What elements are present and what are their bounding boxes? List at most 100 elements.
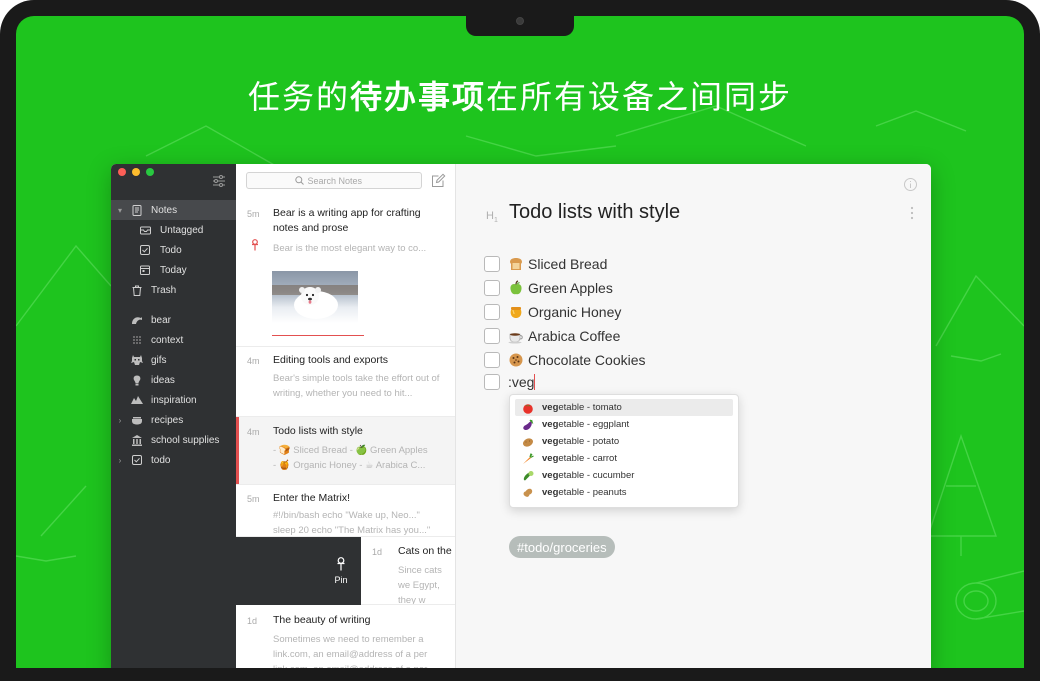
autocomplete-query: veg bbox=[542, 487, 559, 498]
sidebar-item-label: Today bbox=[160, 264, 187, 276]
todo-item: Green Apples bbox=[484, 278, 613, 298]
sidebar-item-notes[interactable]: ▾ Notes bbox=[111, 200, 236, 220]
autocomplete-item-peanuts[interactable]: vegetable - peanuts bbox=[515, 484, 733, 501]
zoom-window-button[interactable] bbox=[146, 168, 154, 176]
screen: 任务的待办事项在所有设备之间同步 ▾ Notes Untagged Todo T… bbox=[16, 16, 1024, 668]
note-time: 4m bbox=[247, 356, 260, 366]
minimize-window-button[interactable] bbox=[132, 168, 140, 176]
bear-tag-icon bbox=[131, 314, 143, 326]
search-input[interactable] bbox=[307, 175, 374, 186]
todo-checkbox[interactable] bbox=[484, 280, 500, 296]
chevron-right-icon[interactable]: › bbox=[116, 416, 124, 425]
sidebar: ▾ Notes Untagged Todo Today Trash bear c… bbox=[111, 164, 236, 668]
todo-checkbox[interactable] bbox=[484, 328, 500, 344]
gifs-tag-icon bbox=[131, 354, 143, 366]
note-title: Cats on the bbox=[398, 545, 452, 557]
sidebar-item-label: inspiration bbox=[151, 394, 197, 406]
autocomplete-item-cucumber[interactable]: vegetable - cucumber bbox=[515, 467, 733, 484]
sidebar-item-label: Trash bbox=[151, 284, 177, 296]
note-list: 5m Bear is a writing app for crafting no… bbox=[236, 164, 456, 668]
note-snippet: Since cats we Egypt, they w bbox=[398, 565, 442, 605]
more-options-icon[interactable] bbox=[910, 206, 914, 220]
note-snippet: #!/bin/bash echo "Wake up, Neo..." sleep… bbox=[273, 510, 431, 536]
note-snippet: - 🍯 Organic Honey - ☕ Arabica C... bbox=[273, 460, 426, 471]
headline-part1: 任务的 bbox=[247, 78, 350, 116]
sidebar-item-school-supplies[interactable]: school supplies bbox=[111, 430, 236, 450]
sidebar-item-ideas[interactable]: ideas bbox=[111, 370, 236, 390]
note-list-item[interactable]: 1d Cats on the Since cats we Egypt, they… bbox=[361, 537, 455, 605]
notes-icon bbox=[131, 204, 143, 216]
sidebar-filter-icon[interactable] bbox=[212, 174, 226, 188]
todo-item: Sliced Bread bbox=[484, 254, 607, 274]
sidebar-item-inspiration[interactable]: inspiration bbox=[111, 390, 236, 410]
emoji-autocomplete-popup: vegetable - tomato vegetable - eggplant … bbox=[509, 394, 739, 508]
autocomplete-rest: etable - cucumber bbox=[558, 470, 635, 481]
note-tag[interactable]: #todo/groceries bbox=[509, 536, 615, 558]
sidebar-item-todo[interactable]: Todo bbox=[111, 240, 236, 260]
autocomplete-item-potato[interactable]: vegetable - potato bbox=[515, 433, 733, 450]
sidebar-item-trash[interactable]: Trash bbox=[111, 280, 236, 300]
note-list-item-selected[interactable]: 4m Todo lists with style - 🍞 Sliced Brea… bbox=[236, 417, 455, 485]
pin-button[interactable]: Pin bbox=[236, 537, 361, 605]
note-list-item[interactable]: 5m Enter the Matrix! #!/bin/bash echo "W… bbox=[236, 485, 455, 537]
sidebar-item-untagged[interactable]: Untagged bbox=[111, 220, 236, 240]
typed-text[interactable]: :veg bbox=[508, 374, 536, 390]
info-icon[interactable] bbox=[904, 178, 917, 191]
ideas-tag-icon bbox=[131, 374, 143, 386]
sidebar-item-label: Notes bbox=[151, 204, 178, 216]
autocomplete-rest: etable - tomato bbox=[558, 402, 622, 413]
carrot-icon bbox=[523, 452, 534, 464]
autocomplete-item-eggplant[interactable]: vegetable - eggplant bbox=[515, 416, 733, 433]
sidebar-item-label: todo bbox=[151, 454, 171, 466]
autocomplete-query: veg bbox=[542, 419, 559, 430]
todo-checkbox[interactable] bbox=[484, 374, 500, 390]
search-icon bbox=[294, 176, 304, 185]
heading-marker-letter: H bbox=[486, 210, 494, 222]
honey-pot-icon bbox=[510, 307, 522, 318]
pin-icon bbox=[337, 557, 345, 571]
note-title: The beauty of writing bbox=[273, 614, 371, 626]
sidebar-item-gifs[interactable]: gifs bbox=[111, 350, 236, 370]
sidebar-item-today[interactable]: Today bbox=[111, 260, 236, 280]
note-snippet: Bear's simple tools take the effort out … bbox=[273, 373, 440, 399]
note-list-item[interactable]: 5m Bear is a writing app for crafting no… bbox=[236, 201, 455, 347]
note-time: 4m bbox=[247, 427, 260, 437]
autocomplete-query: veg bbox=[542, 402, 559, 413]
autocomplete-rest: etable - carrot bbox=[558, 453, 617, 464]
app-window: ▾ Notes Untagged Todo Today Trash bear c… bbox=[111, 164, 931, 668]
todo-item-editing[interactable]: :veg bbox=[484, 372, 536, 392]
todo-checkbox[interactable] bbox=[484, 352, 500, 368]
todo-item: Chocolate Cookies bbox=[484, 350, 646, 370]
cucumber-icon bbox=[523, 470, 534, 480]
todo-checkbox[interactable] bbox=[484, 304, 500, 320]
close-window-button[interactable] bbox=[118, 168, 126, 176]
compose-note-icon[interactable] bbox=[431, 173, 446, 188]
camera-icon bbox=[516, 17, 524, 25]
typed-text-value: :veg bbox=[508, 374, 535, 390]
chevron-down-icon[interactable]: ▾ bbox=[116, 206, 124, 215]
headline-bold: 待办事项 bbox=[349, 78, 486, 116]
note-editor[interactable]: H1 Todo lists with style Sliced Bread Gr… bbox=[456, 164, 931, 668]
pin-icon bbox=[252, 239, 258, 251]
note-list-item[interactable]: 1d The beauty of writing Sometimes we ne… bbox=[236, 605, 455, 668]
autocomplete-item-carrot[interactable]: vegetable - carrot bbox=[515, 450, 733, 467]
todo-text: Chocolate Cookies bbox=[528, 352, 646, 368]
sidebar-item-bear[interactable]: bear bbox=[111, 310, 236, 330]
todo-text: Sliced Bread bbox=[528, 256, 608, 272]
bread-icon bbox=[510, 258, 522, 270]
sidebar-item-recipes[interactable]: › recipes bbox=[111, 410, 236, 430]
todo-checkbox[interactable] bbox=[484, 256, 500, 272]
text-caret bbox=[534, 374, 536, 390]
search-field[interactable] bbox=[246, 172, 422, 189]
note-thumbnail-image bbox=[272, 271, 358, 323]
chevron-right-icon[interactable]: › bbox=[116, 456, 124, 465]
window-controls bbox=[118, 168, 154, 176]
sidebar-item-context[interactable]: context bbox=[111, 330, 236, 350]
autocomplete-query: veg bbox=[542, 470, 559, 481]
autocomplete-item-tomato[interactable]: vegetable - tomato bbox=[515, 399, 733, 416]
cookie-icon bbox=[509, 353, 523, 367]
sidebar-item-todo-tag[interactable]: › todo bbox=[111, 450, 236, 470]
note-list-item[interactable]: 4m Editing tools and exports Bear's simp… bbox=[236, 347, 455, 417]
sidebar-item-label: gifs bbox=[151, 354, 167, 366]
eggplant-icon bbox=[523, 419, 534, 430]
